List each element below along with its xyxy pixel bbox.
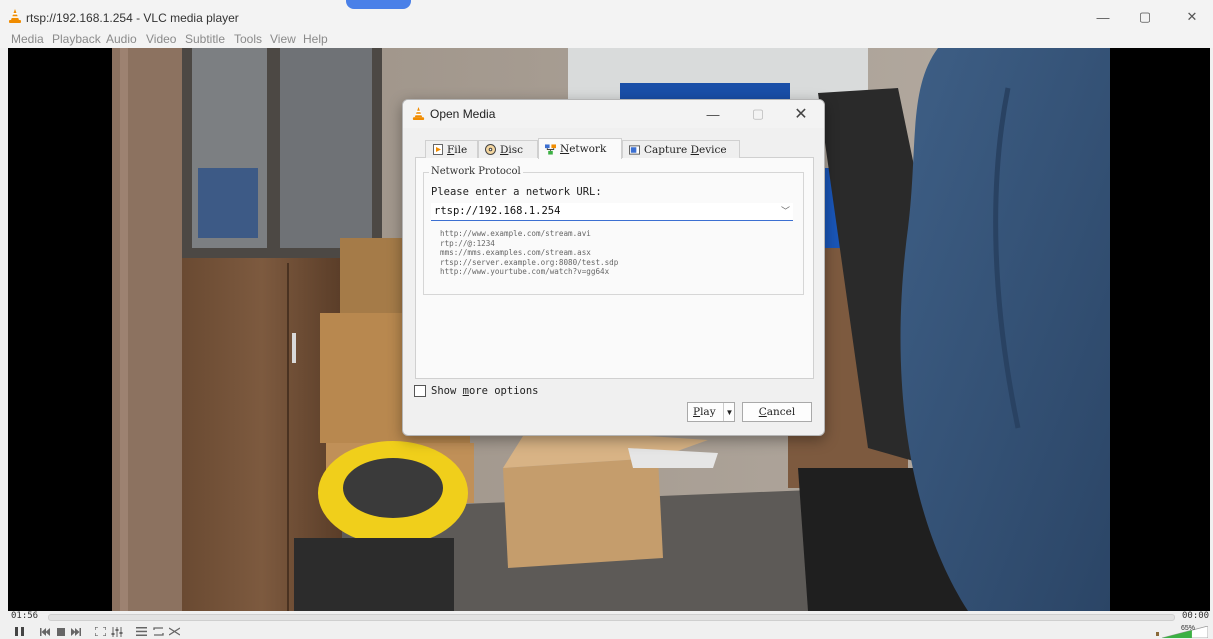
tab-network[interactable]: Network <box>538 138 622 159</box>
stop-icon <box>57 627 65 636</box>
shuffle-button[interactable] <box>167 625 181 638</box>
tab-file-label: File <box>447 144 467 156</box>
window-titlebar: rtsp://192.168.1.254 - VLC media player … <box>0 0 1213 31</box>
menu-media[interactable]: Media <box>11 32 44 46</box>
example-line: rtp://@:1234 <box>440 238 495 248</box>
volume-label: 65% <box>1181 625 1196 632</box>
menu-help[interactable]: Help <box>303 32 328 46</box>
play-options-dropdown[interactable]: ▼ <box>723 403 735 421</box>
example-line: mms://mms.examples.com/stream.asx <box>440 248 591 258</box>
url-prompt: Please enter a network URL: <box>431 186 602 198</box>
vlc-cone-icon <box>9 9 21 23</box>
cancel-rest: ancel <box>766 406 796 418</box>
show-more-options-label[interactable]: Show more options <box>431 385 538 397</box>
minimize-button[interactable]: — <box>1080 4 1126 30</box>
file-icon <box>432 144 443 155</box>
disc-icon <box>485 144 496 155</box>
play-rest: lay <box>700 406 716 418</box>
playlist-button[interactable] <box>134 625 148 638</box>
previous-icon <box>39 627 50 636</box>
dialog-titlebar[interactable]: Open Media — ▢ ✕ <box>403 100 824 128</box>
dialog-minimize-button[interactable]: — <box>693 102 733 126</box>
menu-video[interactable]: Video <box>146 32 176 46</box>
example-line: http://www.example.com/stream.avi <box>440 229 591 238</box>
cancel-button[interactable]: Cancel <box>742 402 812 422</box>
tab-capture-label: Capture Device <box>644 144 727 156</box>
remaining-time[interactable]: 00:00 <box>1182 611 1209 621</box>
tab-file-rest: ile <box>454 143 468 156</box>
playlist-icon <box>135 627 147 636</box>
maximize-button[interactable]: ▢ <box>1122 4 1168 30</box>
tab-network-rest: etwork <box>569 143 607 155</box>
dialog-close-button[interactable]: ✕ <box>781 102 821 126</box>
example-line: http://www.yourtube.com/watch?v=gg64x <box>440 267 610 277</box>
cancel-key: C <box>758 406 767 418</box>
tab-capture-prefix: Capture <box>644 143 691 156</box>
tab-disc-rest: isc <box>508 143 524 156</box>
url-examples: http://www.example.com/stream.avi rtp://… <box>440 229 618 277</box>
triangle-down-icon: ▼ <box>725 407 734 417</box>
shuffle-icon <box>168 627 180 636</box>
network-url-value[interactable]: rtsp://192.168.1.254 <box>434 205 560 217</box>
snap-layout-indicator <box>346 0 411 9</box>
previous-button[interactable] <box>38 625 51 638</box>
menubar: Media Playback Audio Video Subtitle Tool… <box>0 31 1213 48</box>
example-line: rtsp://server.example.org:8080/test.sdp <box>440 257 619 267</box>
speaker-icon[interactable] <box>1156 632 1159 636</box>
window-title: rtsp://192.168.1.254 - VLC media player <box>26 11 239 25</box>
pause-icon <box>14 627 24 636</box>
capture-device-icon <box>629 144 640 155</box>
fullscreen-icon <box>94 627 106 636</box>
tab-network-key: N <box>560 143 570 155</box>
open-media-dialog: Open Media — ▢ ✕ File Disc Network Captu… <box>402 99 825 436</box>
menu-audio[interactable]: Audio <box>106 32 137 46</box>
tab-capture-device[interactable]: Capture Device <box>622 140 740 158</box>
loop-button[interactable] <box>151 625 165 638</box>
dialog-title: Open Media <box>430 107 496 121</box>
pause-button[interactable] <box>12 625 26 638</box>
equalizer-icon <box>111 626 123 637</box>
menu-tools[interactable]: Tools <box>234 32 262 46</box>
menu-view[interactable]: View <box>270 32 296 46</box>
extended-settings-button[interactable] <box>110 625 124 638</box>
playback-controls <box>0 625 1213 639</box>
show-more-options-checkbox[interactable] <box>414 385 426 397</box>
menu-subtitle[interactable]: Subtitle <box>185 32 225 46</box>
next-icon <box>70 627 81 636</box>
chevron-down-icon[interactable]: ﹀ <box>781 204 790 217</box>
stop-button[interactable] <box>55 625 67 638</box>
show-more-post: ore options <box>468 385 539 397</box>
tab-capture-key: D <box>690 143 699 156</box>
close-button[interactable]: ✕ <box>1169 4 1213 30</box>
network-icon <box>545 143 556 155</box>
tab-network-label: Network <box>560 143 606 155</box>
network-url-combobox[interactable]: rtsp://192.168.1.254 ﹀ <box>431 203 793 221</box>
fullscreen-button[interactable] <box>93 625 107 638</box>
show-more-pre: Show <box>431 385 463 397</box>
dialog-maximize-button: ▢ <box>751 106 765 121</box>
tab-disc[interactable]: Disc <box>478 140 538 158</box>
elapsed-time[interactable]: 01:56 <box>11 611 38 621</box>
play-key: P <box>693 406 701 418</box>
group-title: Network Protocol <box>429 166 523 177</box>
loop-icon <box>152 627 164 636</box>
menu-playback[interactable]: Playback <box>52 32 101 46</box>
next-button[interactable] <box>69 625 82 638</box>
vlc-cone-icon <box>412 107 425 120</box>
tab-disc-label: Disc <box>500 144 523 156</box>
seek-slider[interactable] <box>48 614 1175 621</box>
tab-capture-rest: evice <box>699 143 727 156</box>
tab-file[interactable]: File <box>425 140 478 158</box>
